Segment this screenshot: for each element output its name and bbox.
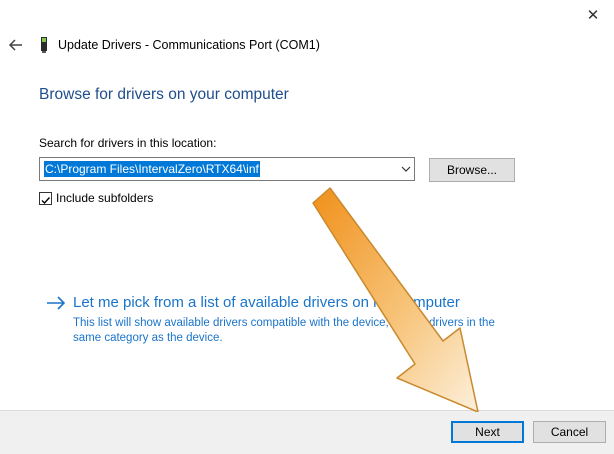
chevron-down-icon[interactable] [401, 164, 411, 174]
close-button[interactable]: ✕ [580, 4, 606, 26]
next-button[interactable]: Next [451, 421, 524, 443]
checkmark-icon [41, 197, 51, 205]
close-icon: ✕ [586, 7, 600, 24]
page-title: Browse for drivers on your computer [39, 86, 289, 103]
include-subfolders-checkbox[interactable] [39, 192, 52, 205]
arrow-right-icon[interactable] [45, 295, 67, 311]
window-title: Update Drivers - Communications Port (CO… [58, 38, 320, 52]
back-arrow-icon[interactable] [7, 36, 25, 54]
search-location-label: Search for drivers in this location: [39, 136, 217, 150]
include-subfolders-label[interactable]: Include subfolders [56, 191, 153, 205]
device-port-icon [41, 37, 47, 53]
driver-path-combobox[interactable]: C:\Program Files\IntervalZero\RTX64\inf [39, 157, 415, 181]
pick-driver-link[interactable]: Let me pick from a list of available dri… [73, 294, 460, 311]
cancel-button[interactable]: Cancel [533, 421, 606, 443]
pick-driver-description: This list will show available drivers co… [73, 317, 495, 344]
browse-button[interactable]: Browse... [429, 158, 515, 182]
driver-path-value[interactable]: C:\Program Files\IntervalZero\RTX64\inf [44, 161, 260, 177]
